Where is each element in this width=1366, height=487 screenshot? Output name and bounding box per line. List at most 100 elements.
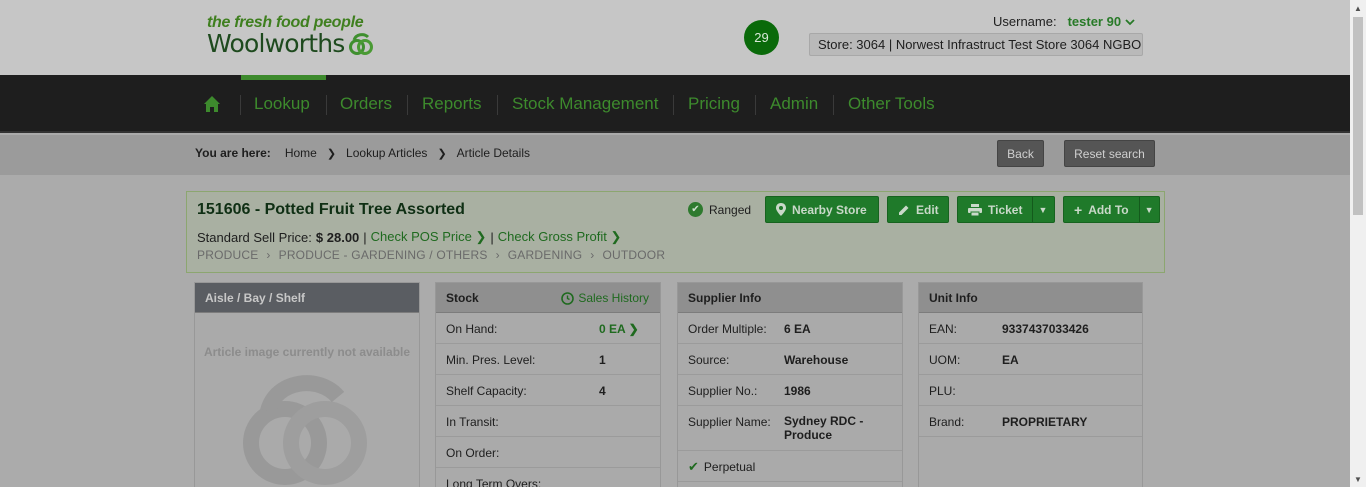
unit-row: EAN: 9337437033426 [919, 313, 1142, 344]
ticket-button[interactable]: Ticket ▼ [957, 196, 1055, 223]
nav-divider [240, 95, 241, 115]
nav-reports[interactable]: Reports [422, 75, 482, 133]
chevron-right-icon: ❯ [475, 229, 487, 244]
woolworths-logo[interactable]: the fresh food people Woolworths [207, 14, 374, 58]
chevron-right-icon: ❯ [610, 229, 622, 244]
check-gross-profit-link[interactable]: Check Gross Profit ❯ [498, 229, 622, 245]
supplier-info-card: Supplier Info Order Multiple: 6 EA Sourc… [677, 282, 903, 487]
nav-orders[interactable]: Orders [340, 75, 392, 133]
nearby-store-button[interactable]: Nearby Store [765, 196, 879, 223]
nav-other-tools[interactable]: Other Tools [848, 75, 935, 133]
unit-value: EA [1002, 353, 1019, 367]
article-summary-panel: 151606 - Potted Fruit Tree Assorted Stan… [186, 191, 1165, 273]
price-separator: | [363, 229, 367, 245]
username-value[interactable]: tester 90 [1068, 14, 1121, 29]
on-hand-link[interactable]: 0 EA ❯ [599, 322, 639, 336]
supplier-key: Source: [688, 353, 730, 367]
supplier-row: Supplier No.: 1986 [678, 375, 902, 406]
nav-stock-management[interactable]: Stock Management [512, 75, 658, 133]
chevron-right-icon: › [590, 248, 595, 262]
unit-key: EAN: [929, 322, 958, 336]
check-circle-icon: ✔ [688, 202, 703, 217]
supplier-value: 6 EA [784, 322, 811, 336]
nav-pricing[interactable]: Pricing [688, 75, 740, 133]
reset-search-button[interactable]: Reset search [1064, 140, 1155, 167]
chevron-right-icon: ❯ [437, 147, 447, 160]
caret-down-icon[interactable]: ▼ [1032, 197, 1052, 222]
price-label: Standard Sell Price: [197, 229, 312, 245]
nav-divider [326, 95, 327, 115]
map-pin-icon [776, 203, 786, 216]
aisle-card-title: Aisle / Bay / Shelf [195, 283, 419, 313]
supplier-key: Order Multiple: [688, 322, 767, 336]
perpetual-row: ✔ Perpetual [678, 451, 902, 482]
nav-admin[interactable]: Admin [770, 75, 818, 133]
perpetual-status: ✔ Perpetual [688, 459, 755, 475]
scroll-down-arrow-icon[interactable]: ▼ [1350, 471, 1366, 487]
stock-key: On Hand: [446, 322, 498, 336]
stock-row: Shelf Capacity: 4 [436, 375, 660, 406]
username-label: Username: [993, 14, 1057, 29]
article-price-line: Standard Sell Price: $ 28.00 | Check POS… [197, 229, 621, 245]
scroll-up-arrow-icon[interactable]: ▲ [1350, 0, 1366, 16]
ticket-label[interactable]: Ticket [988, 203, 1022, 217]
breadcrumb-article-details: Article Details [456, 146, 531, 160]
nav-divider [407, 95, 408, 115]
add-to-label[interactable]: Add To [1088, 203, 1128, 217]
no-image-text: Article image currently not available [203, 345, 411, 359]
unit-row: Brand: PROPRIETARY [919, 406, 1142, 437]
category-item: PRODUCE [197, 248, 259, 262]
ranged-label: Ranged [709, 202, 752, 217]
nearby-store-label[interactable]: Nearby Store [792, 203, 867, 217]
edit-label[interactable]: Edit [916, 203, 939, 217]
pencil-icon [899, 205, 909, 215]
add-to-button[interactable]: + Add To ▼ [1063, 196, 1160, 223]
caret-down-icon[interactable]: ▼ [1138, 197, 1159, 222]
check-gross-profit-label[interactable]: Check Gross Profit [498, 229, 607, 244]
supplier-card-title: Supplier Info [678, 283, 902, 313]
aisle-bay-shelf-card: Aisle / Bay / Shelf Article image curren… [194, 282, 420, 487]
plus-icon: + [1074, 201, 1083, 218]
check-pos-price-link[interactable]: Check POS Price ❯ [371, 229, 487, 245]
printer-icon [968, 203, 982, 216]
stock-key: Long Term Overs: [446, 477, 542, 487]
unit-row: PLU: [919, 375, 1142, 406]
stock-row: On Hand: 0 EA ❯ [436, 313, 660, 344]
stock-row: Long Term Overs: [436, 468, 660, 487]
edit-button[interactable]: Edit [887, 196, 949, 223]
sales-history-link[interactable]: Sales History [561, 291, 649, 305]
notification-badge[interactable]: 29 [744, 20, 779, 55]
home-icon[interactable] [202, 94, 222, 114]
stock-row: On Order: [436, 437, 660, 468]
category-path: PRODUCE › PRODUCE - GARDENING / OTHERS ›… [197, 248, 665, 262]
user-menu[interactable]: Username: tester 90 [993, 14, 1135, 29]
unit-card-title: Unit Info [919, 283, 1142, 313]
store-select[interactable]: Store: 3064 | Norwest Infrastruct Test S… [809, 33, 1143, 56]
stock-value: 4 [599, 384, 606, 398]
nav-divider [833, 95, 834, 115]
scrollbar-thumb[interactable] [1353, 17, 1363, 215]
sales-history-label[interactable]: Sales History [578, 291, 649, 305]
article-title: 151606 - Potted Fruit Tree Assorted [197, 201, 465, 218]
breadcrumb-home[interactable]: Home [285, 146, 317, 160]
chevron-right-icon: ❯ [628, 322, 639, 336]
check-pos-price-label[interactable]: Check POS Price [371, 229, 472, 244]
supplier-row: Order Multiple: 6 EA [678, 313, 902, 344]
stock-card-title: Stock [446, 291, 479, 305]
nav-lookup[interactable]: Lookup [254, 75, 310, 133]
unit-value: PROPRIETARY [1002, 415, 1088, 429]
woolworths-placeholder-icon [243, 375, 367, 485]
page-scrollbar[interactable]: ▲ ▼ [1350, 0, 1366, 487]
breadcrumb: You are here: Home ❯ Lookup Articles ❯ A… [195, 146, 530, 160]
chevron-right-icon: › [266, 248, 271, 262]
woolworths-mark-icon [349, 32, 374, 55]
on-hand-value[interactable]: 0 EA [599, 322, 625, 336]
category-item: PRODUCE - GARDENING / OTHERS [278, 248, 488, 262]
stock-key: In Transit: [446, 415, 499, 429]
price-value: $ 28.00 [315, 229, 360, 245]
breadcrumb-lookup-articles[interactable]: Lookup Articles [346, 146, 427, 160]
chevron-right-icon: › [495, 248, 500, 262]
nav-home[interactable] [202, 75, 222, 133]
back-button[interactable]: Back [997, 140, 1044, 167]
chevron-down-icon[interactable] [1125, 18, 1135, 26]
